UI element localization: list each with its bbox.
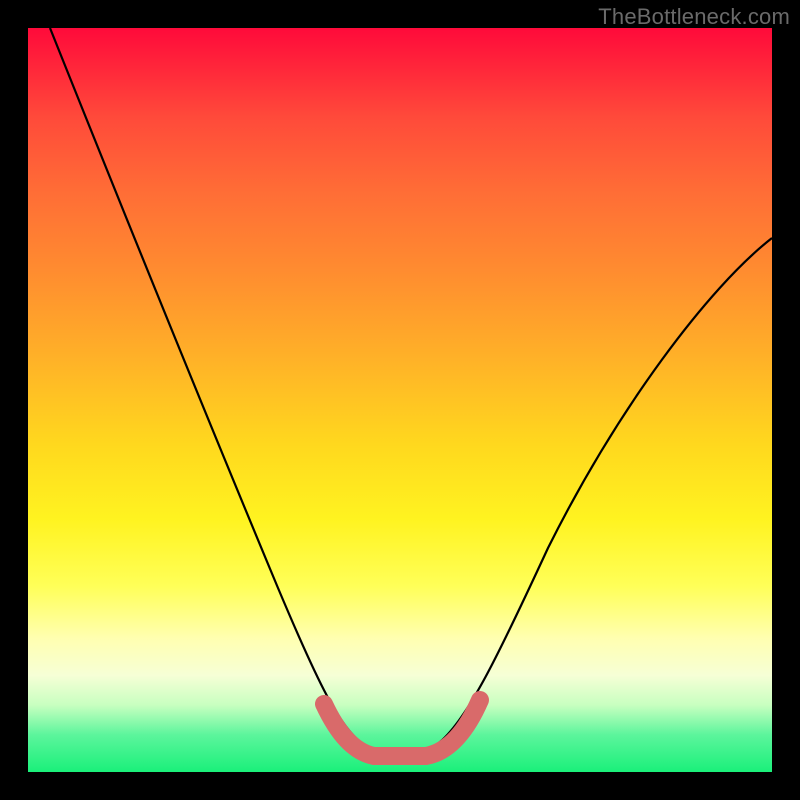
bottleneck-curve [50, 28, 772, 756]
watermark-text: TheBottleneck.com [598, 4, 790, 30]
flat-bottom-highlight [324, 700, 480, 756]
chart-svg [28, 28, 772, 772]
plot-area [28, 28, 772, 772]
chart-frame: TheBottleneck.com [0, 0, 800, 800]
